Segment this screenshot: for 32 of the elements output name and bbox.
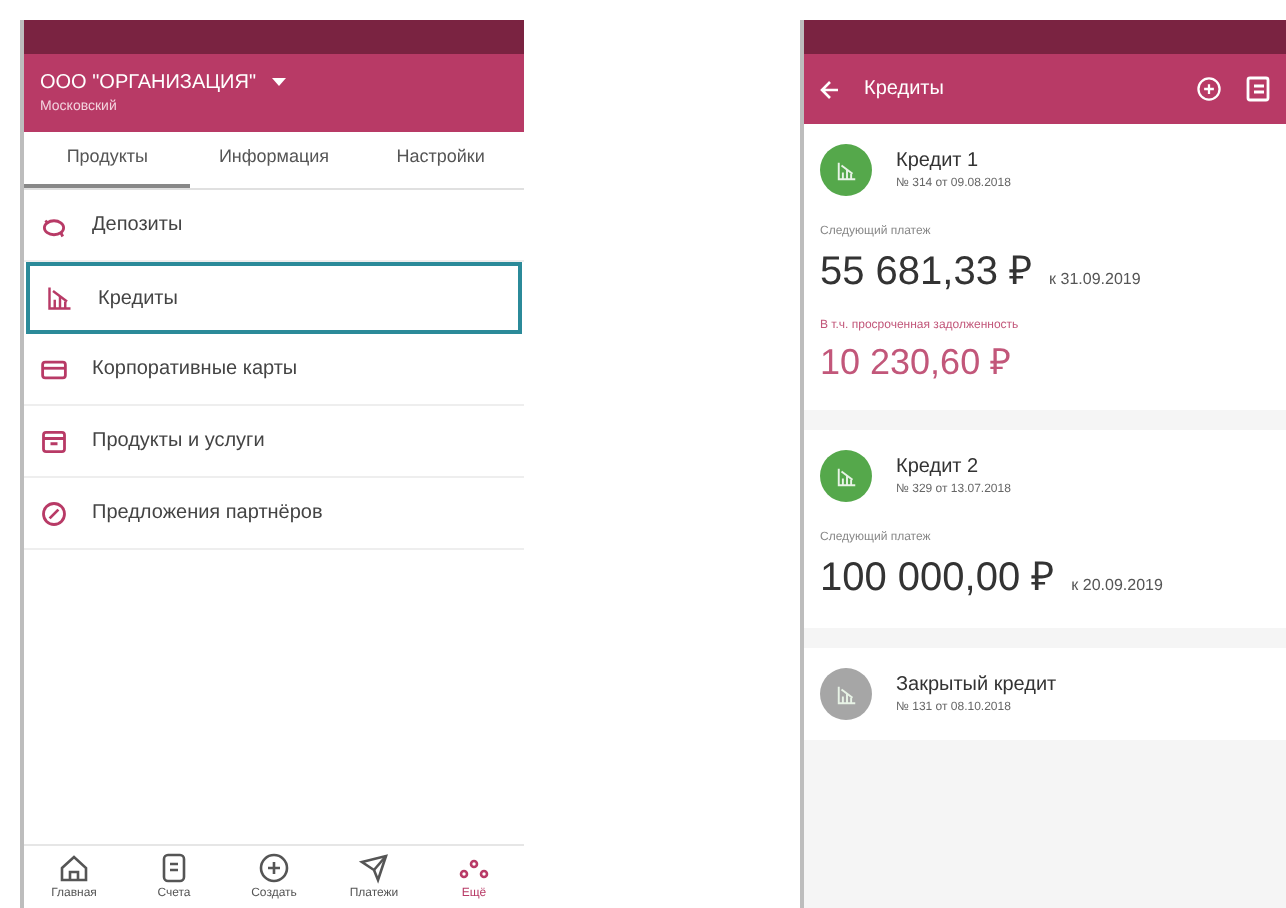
overdue-amount: 10 230,60 ₽ xyxy=(820,340,1013,386)
bar-chart-icon xyxy=(835,683,857,705)
plus-circle-icon xyxy=(258,851,290,883)
tab[interactable]: Информация xyxy=(190,132,358,188)
loan-name: Закрытый кредит xyxy=(896,672,1057,700)
payment-amount: 55 681,33 ₽ xyxy=(820,248,1034,298)
paper-plane-icon xyxy=(358,851,390,883)
tab[interactable]: Настройки xyxy=(357,132,524,188)
payment-date: к 31.09.2019 xyxy=(1049,268,1141,292)
caret-icon xyxy=(272,78,287,87)
bar-chart-icon xyxy=(835,465,857,487)
screen-title: Кредиты xyxy=(864,76,946,104)
card-icon xyxy=(40,355,68,383)
document-icon[interactable] xyxy=(1246,76,1270,102)
organization-name[interactable]: ООО "ОРГАНИЗАЦИЯ" xyxy=(40,67,257,98)
loan-name: Кредит 1 xyxy=(896,148,981,176)
back-arrow-icon[interactable] xyxy=(820,79,840,99)
bar-chart-icon xyxy=(835,159,857,181)
payment-date: к 20.09.2019 xyxy=(1071,574,1163,598)
home-icon xyxy=(58,851,90,883)
menu-item[interactable]: Продукты и услуги xyxy=(24,406,524,478)
payment-amount: 100 000,00 ₽ xyxy=(820,554,1056,604)
menu-item[interactable]: Депозиты xyxy=(24,190,524,262)
box-icon xyxy=(40,427,68,455)
loan-name: Кредит 2 xyxy=(896,454,981,482)
document-icon xyxy=(158,851,190,883)
tab[interactable]: Продукты xyxy=(24,132,191,188)
menu-item[interactable]: Кредиты xyxy=(26,262,522,334)
plus-circle-icon[interactable] xyxy=(1196,76,1222,102)
menu-item[interactable]: Предложения партнёров xyxy=(24,478,524,550)
bar-chart-icon xyxy=(46,284,74,312)
menu-item[interactable]: Корпоративные карты xyxy=(24,334,524,406)
